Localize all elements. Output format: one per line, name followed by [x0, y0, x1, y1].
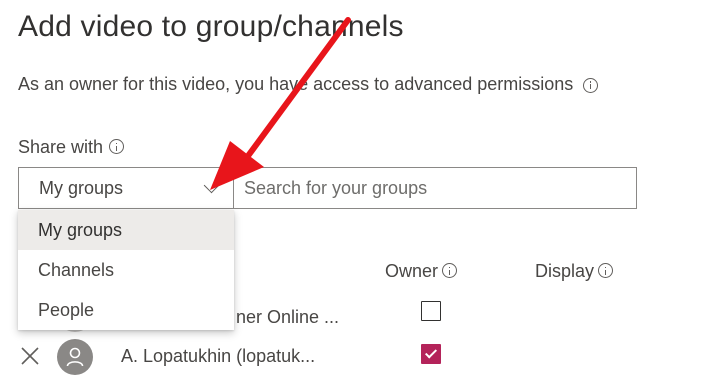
permissions-description: As an owner for this video, you have acc…: [18, 74, 599, 95]
info-icon[interactable]: [109, 139, 125, 155]
share-type-dropdown[interactable]: My groups: [18, 167, 234, 209]
info-icon[interactable]: [598, 263, 614, 279]
avatar: [57, 339, 93, 375]
owner-column-header: Owner: [385, 261, 458, 282]
menu-item-channels[interactable]: Channels: [18, 250, 234, 290]
owner-checkbox[interactable]: [421, 344, 441, 364]
dialog-title: Add video to group/channels: [18, 10, 404, 43]
share-type-value: My groups: [39, 178, 124, 198]
display-column-header: Display: [535, 261, 614, 282]
group-search-input[interactable]: [234, 167, 637, 209]
share-with-label: Share with: [18, 137, 125, 158]
menu-item-my-groups[interactable]: My groups: [18, 210, 234, 250]
table-row-name: ner Online ...: [236, 307, 340, 327]
owner-checkbox[interactable]: [421, 301, 441, 321]
info-icon[interactable]: [583, 77, 599, 93]
chevron-down-icon[interactable]: [203, 177, 220, 194]
display-header-text: Display: [535, 261, 595, 281]
person-icon: [66, 347, 84, 367]
share-type-menu: My groups Channels People: [18, 210, 234, 330]
menu-item-people[interactable]: People: [18, 290, 234, 330]
close-icon[interactable]: [19, 345, 41, 367]
description-text: As an owner for this video, you have acc…: [18, 74, 574, 94]
share-with-text: Share with: [18, 137, 104, 157]
owner-header-text: Owner: [385, 261, 439, 281]
table-row-name: A. Lopatukhin (lopatuk...: [121, 346, 316, 366]
info-icon[interactable]: [442, 263, 458, 279]
